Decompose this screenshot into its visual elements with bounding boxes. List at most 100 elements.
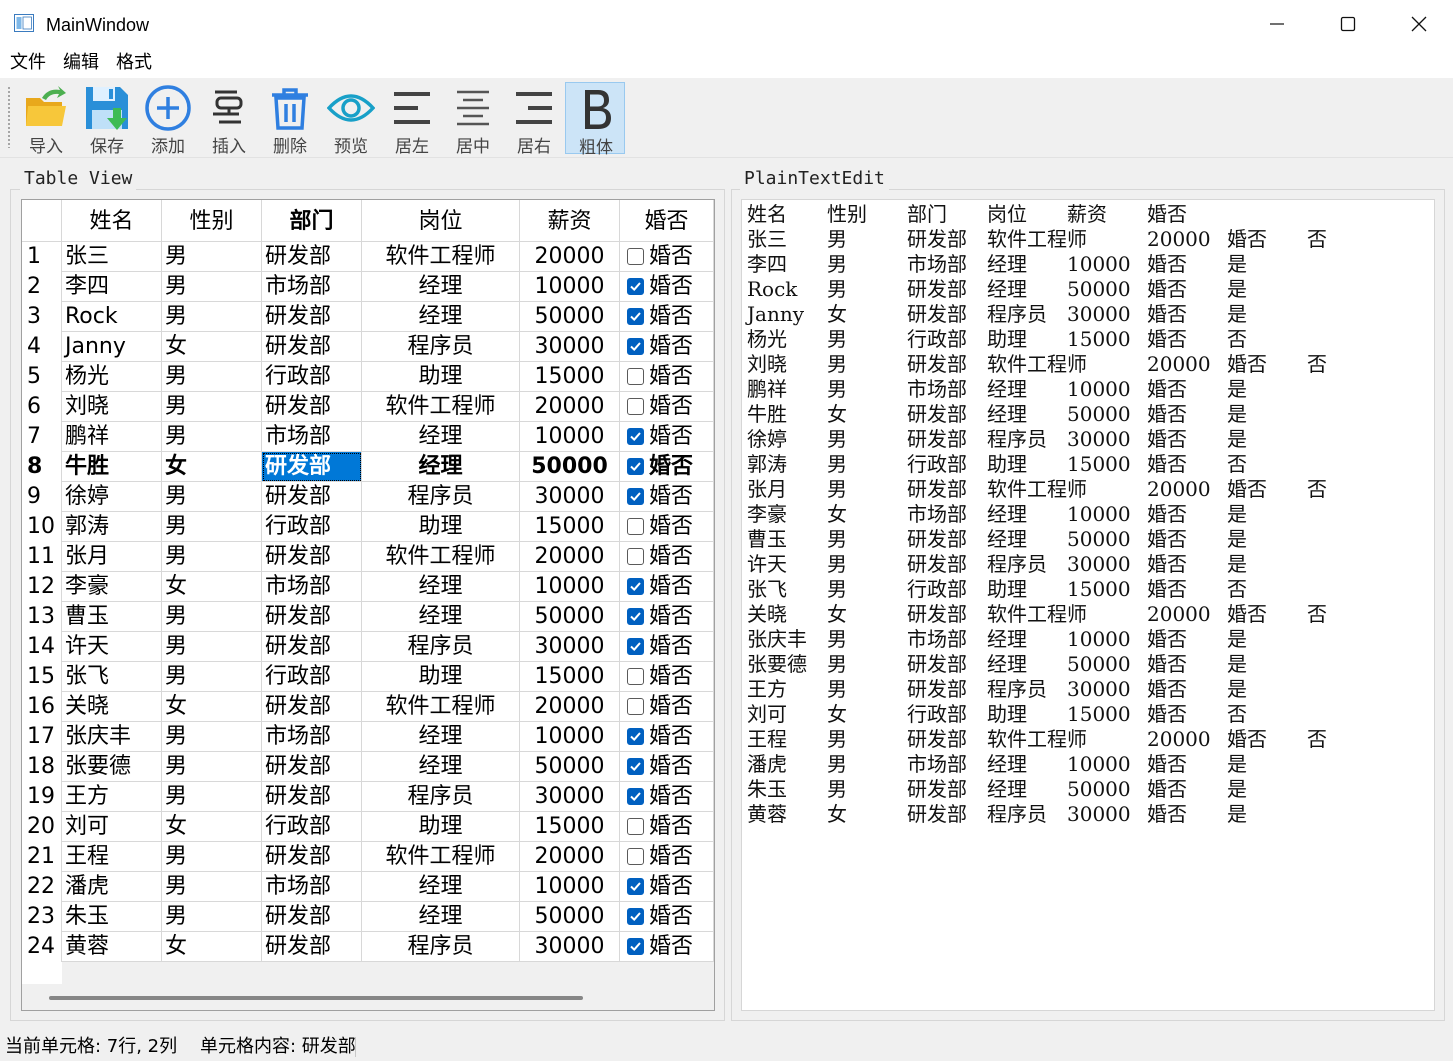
row-header[interactable]: 16 [22,692,62,722]
table-cell-post[interactable]: 经理 [362,872,520,902]
table-cell-gender[interactable]: 男 [162,632,262,662]
table-cell-post[interactable]: 经理 [362,452,520,482]
align-center-button[interactable]: 居中 [443,82,503,157]
menu-format[interactable]: 格式 [106,48,159,78]
table-cell-dept[interactable]: 行政部 [262,362,362,392]
table-cell-salary[interactable]: 10000 [520,272,620,302]
table-cell-married[interactable]: 婚否 [620,482,714,512]
table-cell-salary[interactable]: 10000 [520,422,620,452]
checkbox-checked[interactable] [627,908,644,925]
table-cell-salary[interactable]: 15000 [520,662,620,692]
checkbox-checked[interactable] [627,728,644,745]
checkbox-checked[interactable] [627,308,644,325]
table-cell-salary[interactable]: 30000 [520,332,620,362]
delete-button[interactable]: 删除 [260,82,320,157]
row-header[interactable]: 14 [22,632,62,662]
checkbox-unchecked[interactable] [627,698,644,715]
table-cell-dept[interactable]: 行政部 [262,512,362,542]
table-cell-post[interactable]: 经理 [362,722,520,752]
table-cell-name[interactable]: 王程 [62,842,162,872]
table-cell-name[interactable]: 牛胜 [62,452,162,482]
table-cell-post[interactable]: 软件工程师 [362,692,520,722]
row-header[interactable]: 11 [22,542,62,572]
table-cell-married[interactable]: 婚否 [620,392,714,422]
table-cell-name[interactable]: 杨光 [62,362,162,392]
table-cell-married[interactable]: 婚否 [620,512,714,542]
table-cell-salary[interactable]: 30000 [520,632,620,662]
table-cell-salary[interactable]: 50000 [520,302,620,332]
import-button[interactable]: 导入 [16,82,76,157]
row-header[interactable]: 18 [22,752,62,782]
table-cell-dept[interactable]: 研发部 [262,692,362,722]
table-cell-married[interactable]: 婚否 [620,422,714,452]
row-header[interactable]: 2 [22,272,62,302]
row-header[interactable]: 1 [22,242,62,272]
table-cell-dept[interactable]: 研发部 [262,602,362,632]
table-cell-post[interactable]: 经理 [362,302,520,332]
table-cell-dept[interactable]: 行政部 [262,662,362,692]
table-cell-gender[interactable]: 男 [162,872,262,902]
row-header[interactable]: 22 [22,872,62,902]
checkbox-unchecked[interactable] [627,848,644,865]
checkbox-unchecked[interactable] [627,248,644,265]
table-cell-gender[interactable]: 男 [162,542,262,572]
save-button[interactable]: 保存 [77,82,137,157]
checkbox-unchecked[interactable] [627,548,644,565]
row-header[interactable]: 5 [22,362,62,392]
table-cell-name[interactable]: 黄蓉 [62,932,162,962]
column-header-gender[interactable]: 性别 [162,200,262,242]
table-cell-salary[interactable]: 15000 [520,812,620,842]
table-cell-salary[interactable]: 50000 [520,902,620,932]
table-cell-name[interactable]: 张庆丰 [62,722,162,752]
table-cell-post[interactable]: 程序员 [362,332,520,362]
row-header[interactable]: 17 [22,722,62,752]
row-header[interactable]: 23 [22,902,62,932]
table-cell-dept[interactable]: 研发部 [262,242,362,272]
table-cell-married[interactable]: 婚否 [620,332,714,362]
table-cell-salary[interactable]: 30000 [520,482,620,512]
table-cell-married[interactable]: 婚否 [620,902,714,932]
table-cell-post[interactable]: 经理 [362,572,520,602]
table-cell-salary[interactable]: 30000 [520,932,620,962]
table-cell-name[interactable]: 郭涛 [62,512,162,542]
checkbox-unchecked[interactable] [627,518,644,535]
table-cell-gender[interactable]: 男 [162,392,262,422]
checkbox-checked[interactable] [627,878,644,895]
table-cell-name[interactable]: 刘可 [62,812,162,842]
table-cell-gender[interactable]: 女 [162,692,262,722]
table-cell-salary[interactable]: 50000 [520,752,620,782]
table-cell-married[interactable]: 婚否 [620,272,714,302]
table-cell-gender[interactable]: 男 [162,302,262,332]
table-cell-salary[interactable]: 10000 [520,572,620,602]
table-cell-married[interactable]: 婚否 [620,602,714,632]
table-cell-salary[interactable]: 15000 [520,362,620,392]
table-cell-post[interactable]: 助理 [362,662,520,692]
table-cell-name[interactable]: 张月 [62,542,162,572]
row-header[interactable]: 20 [22,812,62,842]
table-cell-gender[interactable]: 男 [162,782,262,812]
table-cell-gender[interactable]: 男 [162,422,262,452]
checkbox-unchecked[interactable] [627,398,644,415]
table-cell-married[interactable]: 婚否 [620,692,714,722]
table-cell-post[interactable]: 经理 [362,602,520,632]
table-cell-salary[interactable]: 30000 [520,782,620,812]
close-button[interactable] [1384,0,1453,48]
table-cell-dept[interactable]: 研发部 [262,542,362,572]
table-corner-button[interactable] [22,200,62,242]
table-cell-gender[interactable]: 男 [162,602,262,632]
table-cell-gender[interactable]: 女 [162,932,262,962]
table-cell-post[interactable]: 程序员 [362,482,520,512]
checkbox-unchecked[interactable] [627,818,644,835]
table-cell-salary[interactable]: 10000 [520,722,620,752]
row-header[interactable]: 6 [22,392,62,422]
table-cell-married[interactable]: 婚否 [620,752,714,782]
row-header[interactable]: 13 [22,602,62,632]
table-cell-name[interactable]: 张三 [62,242,162,272]
row-header[interactable]: 19 [22,782,62,812]
row-header[interactable]: 21 [22,842,62,872]
menu-edit[interactable]: 编辑 [53,48,106,78]
table-cell-salary[interactable]: 20000 [520,242,620,272]
table-cell-gender[interactable]: 男 [162,482,262,512]
row-header[interactable]: 15 [22,662,62,692]
table-cell-dept[interactable]: 研发部 [262,332,362,362]
